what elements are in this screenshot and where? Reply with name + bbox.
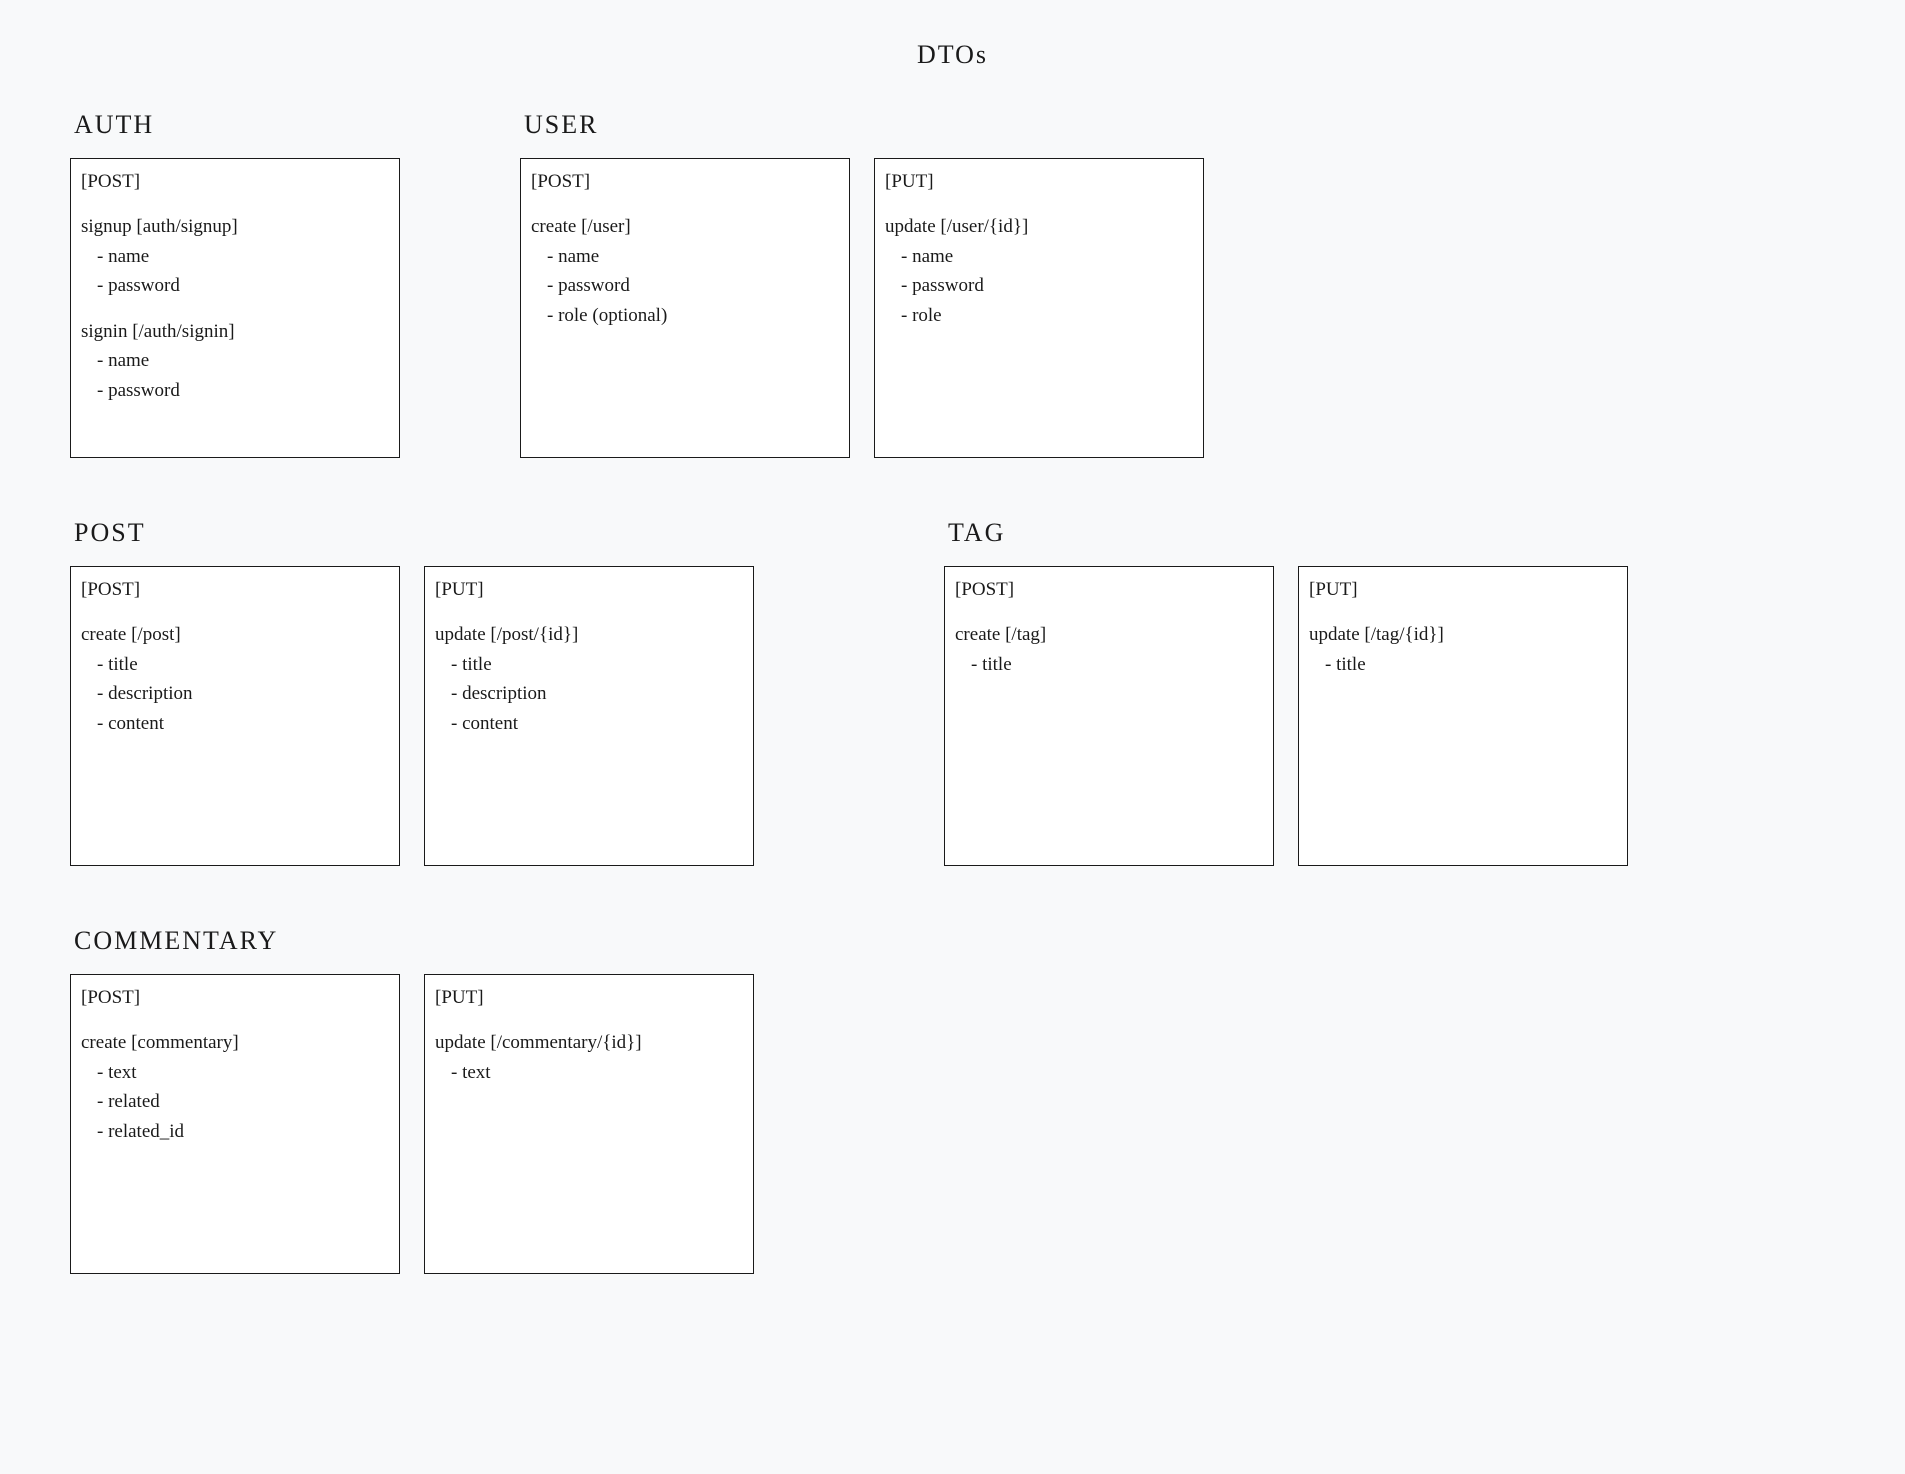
card-method: [POST] [531, 167, 839, 196]
op-field: - name [885, 242, 1193, 271]
op-field: - title [1309, 650, 1617, 679]
section-post-title: POST [70, 518, 754, 548]
card-commentary-put: [PUT] update [/commentary/{id}] - text [424, 974, 754, 1274]
op-field: - password [885, 271, 1193, 300]
section-commentary-cards: [POST] create [commentary] - text - rela… [70, 974, 754, 1274]
op-field: - description [81, 679, 389, 708]
section-post: POST [POST] create [/post] - title - des… [70, 518, 754, 866]
op-title: update [/tag/{id}] [1309, 620, 1617, 649]
section-auth: AUTH [POST] signup [auth/signup] - name … [70, 110, 400, 458]
op-tag-update: update [/tag/{id}] - title [1309, 620, 1617, 679]
row-auth-user: AUTH [POST] signup [auth/signup] - name … [60, 110, 1845, 458]
section-tag-title: TAG [944, 518, 1628, 548]
op-title: signup [auth/signup] [81, 212, 389, 241]
section-commentary-title: COMMENTARY [70, 926, 754, 956]
op-title: create [/post] [81, 620, 389, 649]
card-user-post: [POST] create [/user] - name - password … [520, 158, 850, 458]
op-user-update: update [/user/{id}] - name - password - … [885, 212, 1193, 330]
op-field: - content [435, 709, 743, 738]
op-title: create [/user] [531, 212, 839, 241]
card-user-put: [PUT] update [/user/{id}] - name - passw… [874, 158, 1204, 458]
op-commentary-create: create [commentary] - text - related - r… [81, 1028, 389, 1146]
card-method: [POST] [81, 167, 389, 196]
op-field: - related [81, 1087, 389, 1116]
section-tag-cards: [POST] create [/tag] - title [PUT] updat… [944, 566, 1628, 866]
op-field: - role (optional) [531, 301, 839, 330]
section-auth-cards: [POST] signup [auth/signup] - name - pas… [70, 158, 400, 458]
op-field: - title [81, 650, 389, 679]
card-method: [PUT] [885, 167, 1193, 196]
section-auth-title: AUTH [70, 110, 400, 140]
op-field: - password [81, 376, 389, 405]
op-field: - related_id [81, 1117, 389, 1146]
section-user-title: USER [520, 110, 1204, 140]
section-user-cards: [POST] create [/user] - name - password … [520, 158, 1204, 458]
card-method: [PUT] [435, 575, 743, 604]
card-method: [PUT] [435, 983, 743, 1012]
op-title: create [/tag] [955, 620, 1263, 649]
section-post-cards: [POST] create [/post] - title - descript… [70, 566, 754, 866]
row-post-tag: POST [POST] create [/post] - title - des… [60, 518, 1845, 866]
card-method: [POST] [81, 575, 389, 604]
op-field: - title [955, 650, 1263, 679]
op-title: update [/post/{id}] [435, 620, 743, 649]
op-title: update [/user/{id}] [885, 212, 1193, 241]
card-tag-post: [POST] create [/tag] - title [944, 566, 1274, 866]
section-commentary: COMMENTARY [POST] create [commentary] - … [70, 926, 754, 1274]
op-field: - password [81, 271, 389, 300]
section-user: USER [POST] create [/user] - name - pass… [520, 110, 1204, 458]
card-auth-post: [POST] signup [auth/signup] - name - pas… [70, 158, 400, 458]
op-signin: signin [/auth/signin] - name - password [81, 317, 389, 405]
op-field: - password [531, 271, 839, 300]
op-title: update [/commentary/{id}] [435, 1028, 743, 1057]
op-field: - role [885, 301, 1193, 330]
op-field: - name [531, 242, 839, 271]
op-tag-create: create [/tag] - title [955, 620, 1263, 679]
op-title: create [commentary] [81, 1028, 389, 1057]
card-post-post: [POST] create [/post] - title - descript… [70, 566, 400, 866]
card-tag-put: [PUT] update [/tag/{id}] - title [1298, 566, 1628, 866]
op-field: - text [81, 1058, 389, 1087]
op-post-create: create [/post] - title - description - c… [81, 620, 389, 738]
card-method: [POST] [955, 575, 1263, 604]
row-commentary: COMMENTARY [POST] create [commentary] - … [60, 926, 1845, 1274]
op-signup: signup [auth/signup] - name - password [81, 212, 389, 300]
op-field: - text [435, 1058, 743, 1087]
op-field: - title [435, 650, 743, 679]
card-post-put: [PUT] update [/post/{id}] - title - desc… [424, 566, 754, 866]
page-title: DTOs [60, 40, 1845, 70]
card-method: [PUT] [1309, 575, 1617, 604]
sections-container: AUTH [POST] signup [auth/signup] - name … [60, 110, 1845, 1274]
card-commentary-post: [POST] create [commentary] - text - rela… [70, 974, 400, 1274]
op-field: - name [81, 346, 389, 375]
op-title: signin [/auth/signin] [81, 317, 389, 346]
op-field: - content [81, 709, 389, 738]
section-tag: TAG [POST] create [/tag] - title [PUT] u… [944, 518, 1628, 866]
op-user-create: create [/user] - name - password - role … [531, 212, 839, 330]
op-field: - description [435, 679, 743, 708]
op-commentary-update: update [/commentary/{id}] - text [435, 1028, 743, 1087]
op-field: - name [81, 242, 389, 271]
op-post-update: update [/post/{id}] - title - descriptio… [435, 620, 743, 738]
card-method: [POST] [81, 983, 389, 1012]
